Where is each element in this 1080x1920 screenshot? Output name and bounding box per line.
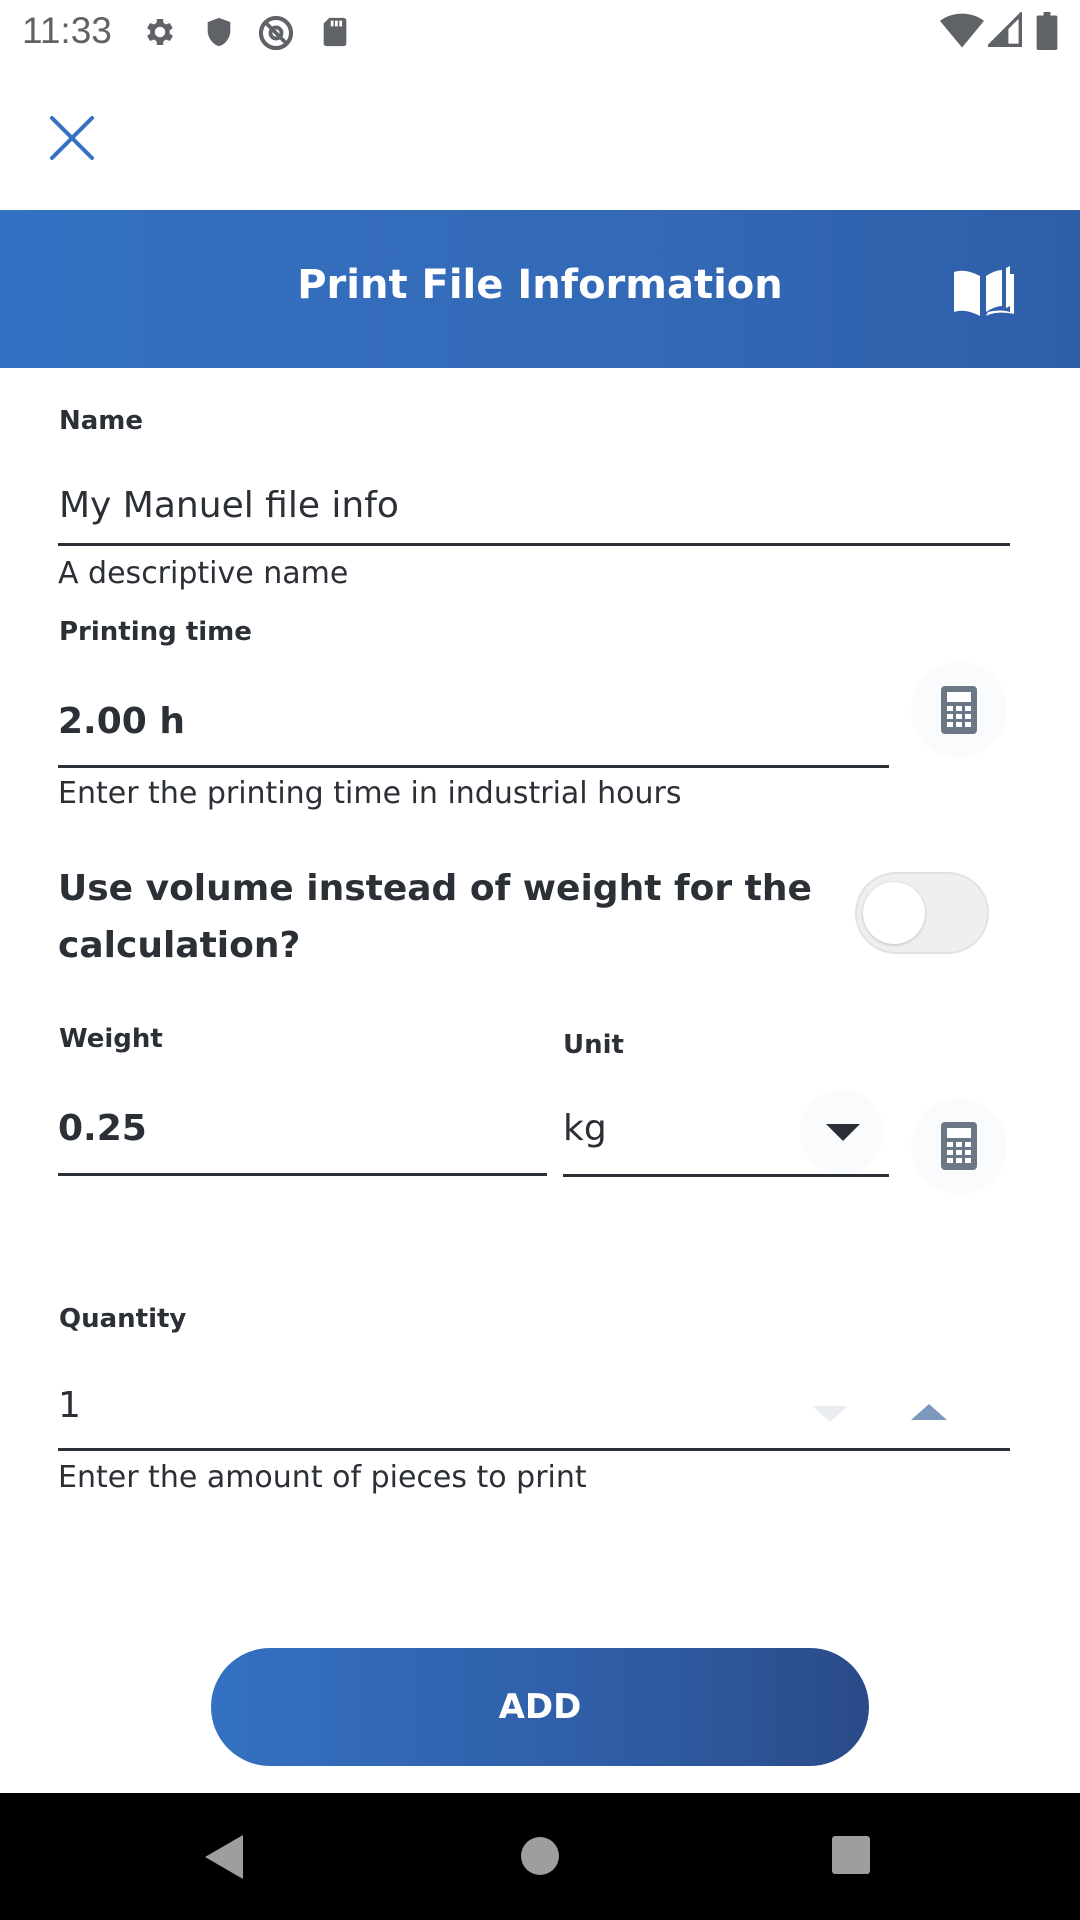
- weight-underline: [58, 1173, 547, 1176]
- header: Print File Information: [0, 210, 1080, 368]
- wifi-icon: [940, 13, 984, 48]
- weight-label: Weight: [59, 1024, 163, 1054]
- volume-toggle[interactable]: [855, 872, 989, 954]
- name-input[interactable]: My Manuel file info: [59, 485, 1009, 526]
- status-time: 11:33: [22, 10, 112, 51]
- toggle-knob: [863, 882, 925, 944]
- printing-time-input[interactable]: 2.00 h: [58, 701, 878, 742]
- weight-input[interactable]: 0.25: [58, 1108, 538, 1149]
- stepper-decrement-icon[interactable]: [812, 1406, 848, 1422]
- printing-time-underline: [58, 765, 889, 768]
- signal-icon: [988, 12, 1022, 47]
- quantity-helper: Enter the amount of pieces to print: [58, 1460, 587, 1495]
- battery-icon: [1036, 12, 1058, 50]
- printing-time-label: Printing time: [59, 617, 252, 647]
- home-icon[interactable]: [521, 1837, 559, 1875]
- unit-label: Unit: [563, 1030, 624, 1060]
- status-bar: 11:33: [0, 0, 1080, 64]
- navigation-bar: [0, 1793, 1080, 1920]
- shield-icon: [207, 17, 231, 47]
- printing-time-helper: Enter the printing time in industrial ho…: [58, 776, 682, 811]
- book-icon[interactable]: [952, 262, 1016, 318]
- back-icon[interactable]: [205, 1835, 243, 1879]
- quantity-stepper[interactable]: 1: [58, 1385, 758, 1426]
- name-label: Name: [59, 406, 144, 436]
- chevron-down-icon: [826, 1124, 860, 1141]
- page-title: Print File Information: [297, 262, 783, 308]
- printing-time-calculator-button[interactable]: [911, 662, 1007, 758]
- calculator-icon: [941, 686, 977, 734]
- sd-card-icon: [323, 17, 347, 47]
- close-icon[interactable]: [44, 110, 100, 166]
- gear-icon: [147, 18, 173, 46]
- name-underline: [58, 543, 1010, 546]
- name-helper: A descriptive name: [58, 556, 349, 591]
- weight-calculator-button[interactable]: [911, 1098, 1007, 1194]
- unit-dropdown-button[interactable]: [800, 1090, 884, 1174]
- stepper-increment-icon[interactable]: [911, 1404, 947, 1420]
- volume-toggle-label: Use volume instead of weight for the cal…: [58, 868, 812, 966]
- quantity-underline: [58, 1448, 1010, 1451]
- at-sign-icon: [258, 15, 294, 51]
- calculator-icon: [941, 1122, 977, 1170]
- quantity-label: Quantity: [59, 1304, 187, 1334]
- recents-icon[interactable]: [832, 1836, 870, 1874]
- add-button[interactable]: ADD: [211, 1648, 869, 1766]
- unit-underline: [563, 1174, 889, 1177]
- unit-select[interactable]: kg: [563, 1108, 783, 1149]
